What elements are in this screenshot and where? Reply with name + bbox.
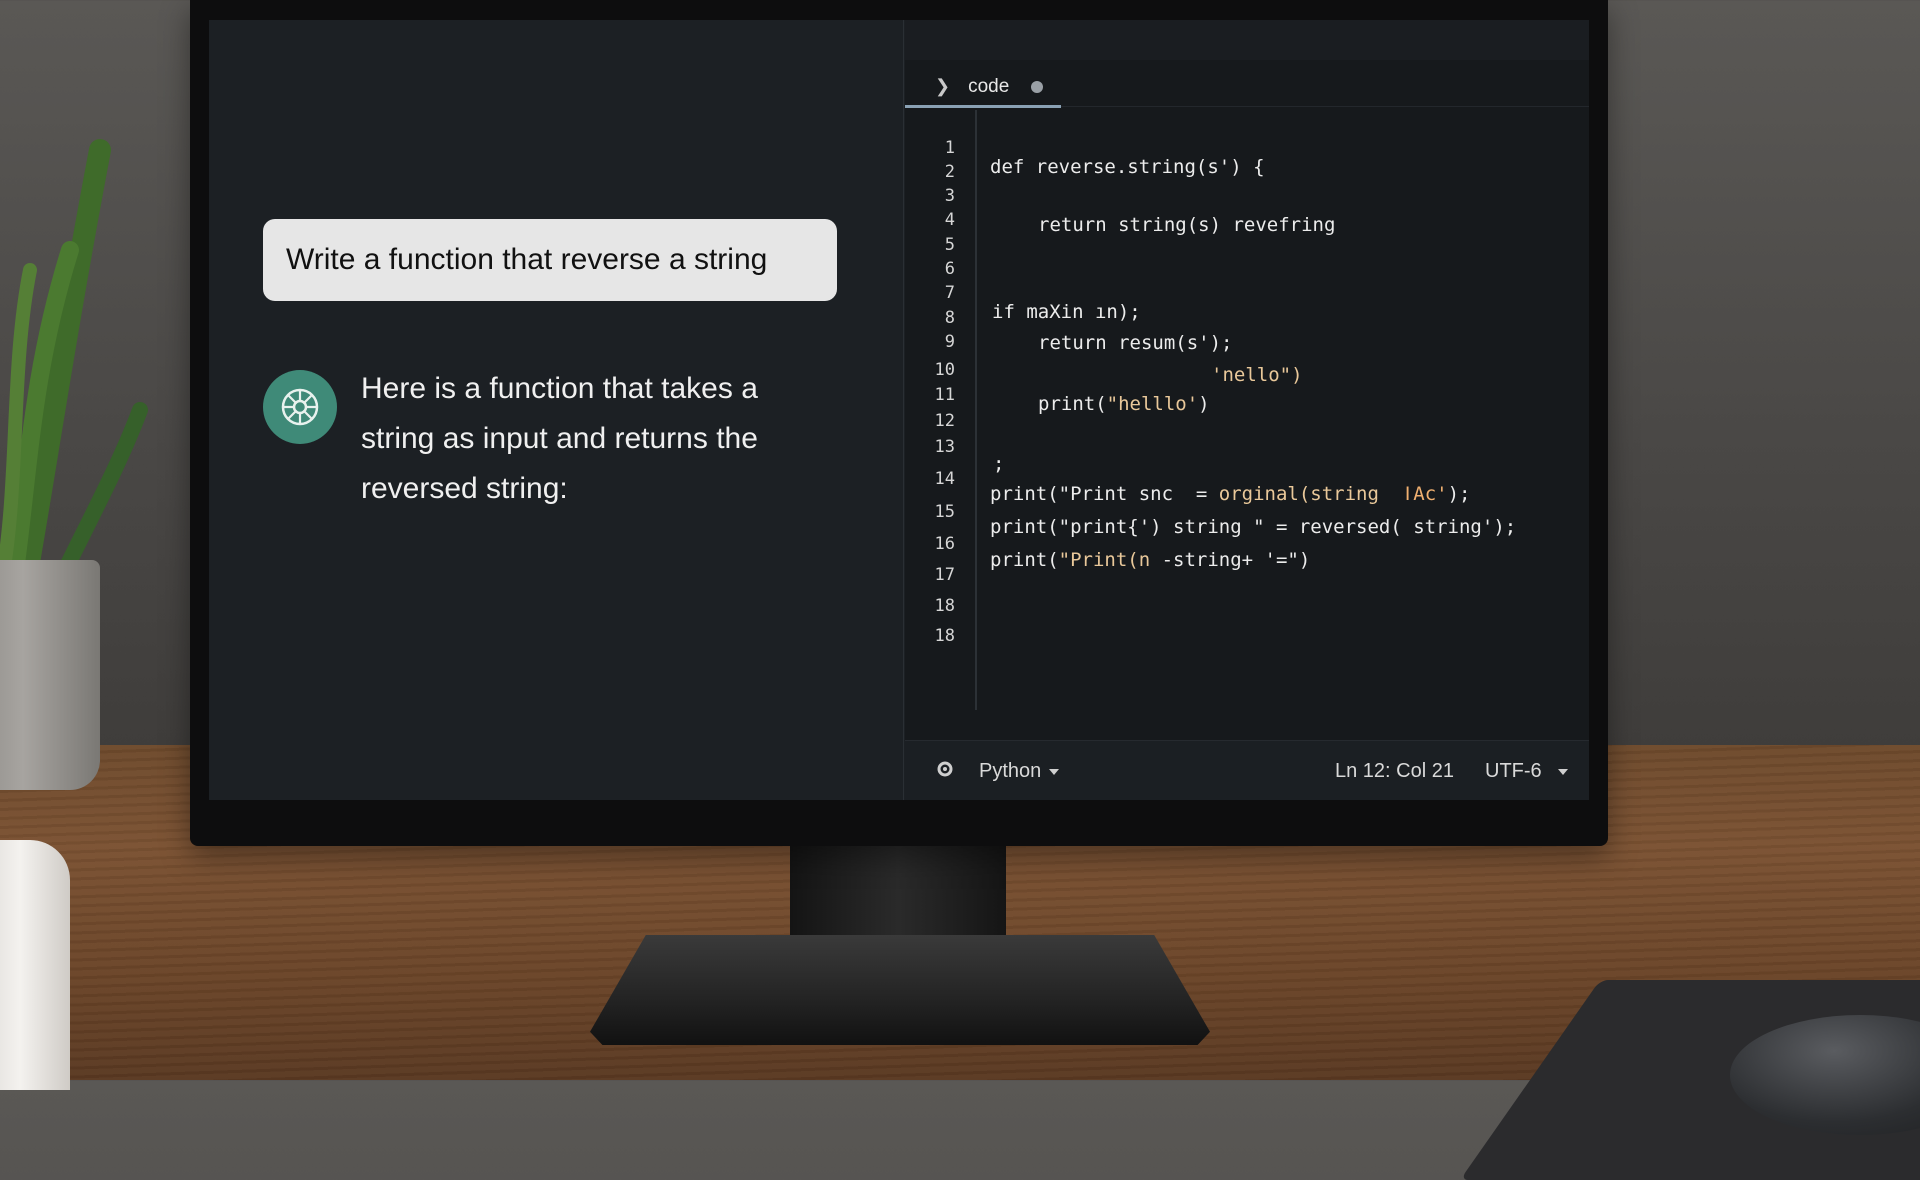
code-string-token: "Print(n <box>1058 549 1162 571</box>
assistant-avatar <box>263 370 337 444</box>
line-number: 14 <box>934 469 955 489</box>
line-number: 9 <box>944 332 955 352</box>
line-number-gutter: 1 2 3 4 5 6 7 8 9 10 11 12 13 14 15 16 1… <box>905 110 977 710</box>
line-number: 15 <box>934 502 955 522</box>
code-line-10[interactable]: print("helllo') <box>1038 393 1210 415</box>
monitor-screen: Write a function that reverse a string H… <box>209 20 1589 800</box>
line-number: 8 <box>944 308 955 328</box>
line-number: 17 <box>934 565 955 585</box>
line-number: 13 <box>934 437 955 457</box>
code-line-12[interactable]: ; <box>993 453 1004 475</box>
code-line-13[interactable]: print("Print snc = orginal(string ǀAc'); <box>990 483 1470 505</box>
tab-code-label: code <box>968 75 1010 97</box>
editor-top-bar <box>905 20 1589 60</box>
unsaved-dot-icon <box>1031 80 1044 93</box>
user-prompt-text: Write a function that reverse a string <box>286 243 768 276</box>
code-token: print( <box>1038 393 1107 415</box>
code-token: ) <box>1198 393 1210 415</box>
assistant-reply-text: Here is a function that takes a string a… <box>361 372 758 505</box>
tab-code[interactable]: ❯ code <box>905 68 1061 108</box>
line-number: 10 <box>934 360 955 380</box>
line-number: 18 <box>934 626 955 646</box>
language-label: Python <box>979 760 1042 782</box>
code-line-8[interactable]: return resum(s'); <box>1038 332 1232 354</box>
code-token: print( <box>990 549 1059 571</box>
encoding-label: UTF-6 <box>1485 760 1542 782</box>
code-line-4[interactable]: return string(s) revefring <box>1038 214 1335 236</box>
code-line-2[interactable]: def reverse.string(s') { <box>990 156 1265 178</box>
code-string-token: "helllo' <box>1106 393 1199 415</box>
plant-pot <box>0 560 100 790</box>
line-number: 12 <box>934 411 955 431</box>
chevron-down-icon <box>1557 768 1568 775</box>
line-number: 2 <box>944 162 955 182</box>
code-token: -string+ '=") <box>1161 549 1311 571</box>
line-number: 6 <box>944 259 955 279</box>
code-line-9[interactable]: 'nello") <box>1211 364 1303 386</box>
chevron-right-icon: ❯ <box>935 76 951 96</box>
editor-status-bar: Python Ln 12: Col 21 UTF-6 <box>905 740 1589 800</box>
code-token: print("Print snc = <box>990 483 1219 505</box>
cursor-position[interactable]: Ln 12: Col 21 <box>1335 760 1454 783</box>
user-prompt-bubble: Write a function that reverse a string <box>263 219 837 301</box>
code-string-token: orginal(string <box>1218 483 1402 505</box>
line-number: 4 <box>944 210 955 230</box>
line-number: 1 <box>944 138 955 158</box>
code-line-15[interactable]: print("Print(n -string+ '=") <box>990 549 1310 571</box>
assistant-logo-icon <box>281 388 319 426</box>
code-line-14[interactable]: print("print{') string " = reversed( str… <box>990 516 1516 538</box>
chevron-down-icon <box>1049 768 1060 775</box>
encoding-selector[interactable]: UTF-6 <box>1485 760 1568 783</box>
settings-gear-icon[interactable] <box>935 759 955 785</box>
code-string-token: ǀAc' <box>1401 483 1448 505</box>
language-selector[interactable]: Python <box>979 760 1060 783</box>
line-number: 7 <box>944 283 955 303</box>
line-number: 18 <box>934 596 955 616</box>
line-number: 16 <box>934 534 955 554</box>
coffee-mug <box>0 840 70 1090</box>
line-number: 5 <box>944 235 955 255</box>
monitor-stand-base <box>590 935 1210 1045</box>
chat-pane: Write a function that reverse a string H… <box>209 20 904 800</box>
code-line-7[interactable]: if maXin ın); <box>992 301 1141 323</box>
code-token: ); <box>1447 483 1471 505</box>
line-number: 3 <box>944 186 955 206</box>
tab-strip-divider <box>1061 106 1589 107</box>
line-number: 11 <box>934 385 955 405</box>
code-editor-pane: ❯ code 1 2 3 4 5 6 7 8 9 10 11 12 13 14 … <box>905 20 1589 800</box>
